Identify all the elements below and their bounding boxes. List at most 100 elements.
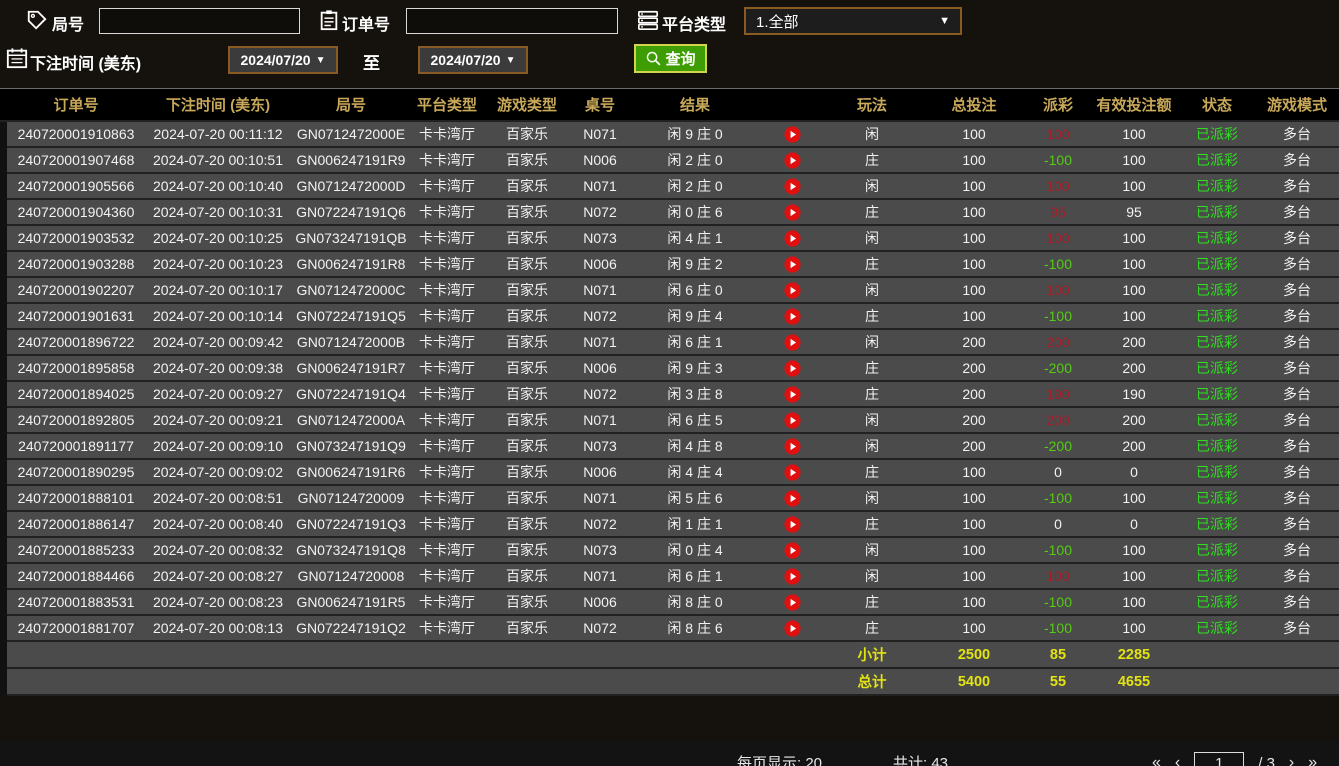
total-total-bet: 5400 — [921, 674, 1027, 690]
cell-result: 闲 6 庄 1 — [629, 332, 761, 352]
cell-total-bet: 100 — [921, 230, 1027, 246]
page-count: / 3 — [1258, 755, 1275, 766]
server-stack-icon — [637, 9, 659, 31]
query-button[interactable]: 查询 — [634, 44, 707, 73]
play-icon[interactable] — [761, 230, 823, 247]
play-icon[interactable] — [761, 594, 823, 611]
table-row: 2407200019035322024-07-20 00:10:25GN0732… — [7, 226, 1339, 252]
cell-game-type: 百家乐 — [483, 280, 571, 300]
cell-round: GN073247191Q9 — [291, 438, 411, 454]
cell-platform: 卡卡湾厅 — [411, 332, 483, 352]
cell-total-bet: 100 — [921, 568, 1027, 584]
cell-valid-bet: 200 — [1089, 360, 1179, 376]
cell-bet-time: 2024-07-20 00:10:31 — [145, 204, 291, 220]
cell-status: 已派彩 — [1179, 228, 1255, 248]
cell-round: GN006247191R5 — [291, 594, 411, 610]
cell-total-bet: 100 — [921, 256, 1027, 272]
play-icon[interactable] — [761, 438, 823, 455]
cell-payout: -100 — [1027, 490, 1089, 506]
order-number-input[interactable] — [406, 8, 618, 34]
cell-payout: 100 — [1027, 568, 1089, 584]
date-to-select[interactable]: 2024/07/20 ▼ — [418, 46, 528, 74]
cell-game-mode: 多台 — [1255, 280, 1339, 300]
chevron-down-icon: ▼ — [316, 55, 326, 66]
cell-payout: -100 — [1027, 620, 1089, 636]
cell-result: 闲 9 庄 3 — [629, 358, 761, 378]
cell-table-no: N006 — [571, 464, 629, 480]
cell-bet-time: 2024-07-20 00:09:27 — [145, 386, 291, 402]
table-row: 2407200018861472024-07-20 00:08:40GN0722… — [7, 512, 1339, 538]
play-icon[interactable] — [761, 256, 823, 273]
cell-platform: 卡卡湾厅 — [411, 410, 483, 430]
cell-status: 已派彩 — [1179, 254, 1255, 274]
play-icon[interactable] — [761, 516, 823, 533]
play-icon[interactable] — [761, 360, 823, 377]
cell-round: GN072247191Q4 — [291, 386, 411, 402]
cell-payout: 95 — [1027, 204, 1089, 220]
cell-status: 已派彩 — [1179, 306, 1255, 326]
cell-status: 已派彩 — [1179, 358, 1255, 378]
cell-result: 闲 3 庄 8 — [629, 384, 761, 404]
cell-status: 已派彩 — [1179, 202, 1255, 222]
next-page-icon[interactable]: › — [1289, 754, 1294, 766]
play-icon[interactable] — [761, 282, 823, 299]
cell-payout: 100 — [1027, 126, 1089, 142]
cell-game-mode: 多台 — [1255, 228, 1339, 248]
prev-page-icon[interactable]: ‹ — [1175, 754, 1180, 766]
cell-platform: 卡卡湾厅 — [411, 358, 483, 378]
play-icon[interactable] — [761, 126, 823, 143]
cell-round: GN073247191Q8 — [291, 542, 411, 558]
cell-bet-time: 2024-07-20 00:08:13 — [145, 620, 291, 636]
cell-total-bet: 200 — [921, 334, 1027, 350]
chevron-down-icon: ▼ — [939, 15, 950, 27]
play-icon[interactable] — [761, 308, 823, 325]
first-page-icon[interactable]: « — [1152, 754, 1161, 766]
cell-game-type: 百家乐 — [483, 592, 571, 612]
round-number-input[interactable] — [99, 8, 300, 34]
cell-platform: 卡卡湾厅 — [411, 488, 483, 508]
play-icon[interactable] — [761, 490, 823, 507]
cell-result: 闲 6 庄 0 — [629, 280, 761, 300]
cell-play-type: 庄 — [823, 618, 921, 638]
play-icon[interactable] — [761, 386, 823, 403]
table-row: 2407200019108632024-07-20 00:11:12GN0712… — [7, 122, 1339, 148]
cell-game-type: 百家乐 — [483, 254, 571, 274]
play-icon[interactable] — [761, 412, 823, 429]
current-page-input[interactable]: 1 — [1194, 752, 1244, 766]
last-page-icon[interactable]: » — [1308, 754, 1317, 766]
cell-play-type: 庄 — [823, 592, 921, 612]
cell-bet-time: 2024-07-20 00:10:17 — [145, 282, 291, 298]
cell-play-type: 庄 — [823, 150, 921, 170]
cell-result: 闲 8 庄 6 — [629, 618, 761, 638]
date-from-select[interactable]: 2024/07/20 ▼ — [228, 46, 338, 74]
cell-game-mode: 多台 — [1255, 488, 1339, 508]
play-icon[interactable] — [761, 464, 823, 481]
play-icon[interactable] — [761, 542, 823, 559]
cell-result: 闲 9 庄 4 — [629, 306, 761, 326]
cell-game-type: 百家乐 — [483, 436, 571, 456]
cell-game-mode: 多台 — [1255, 540, 1339, 560]
cell-play-type: 庄 — [823, 514, 921, 534]
order-number-label: 订单号 — [342, 11, 390, 35]
play-icon[interactable] — [761, 334, 823, 351]
cell-round: GN072247191Q2 — [291, 620, 411, 636]
table-row: 2407200019055662024-07-20 00:10:40GN0712… — [7, 174, 1339, 200]
cell-bet-time: 2024-07-20 00:09:42 — [145, 334, 291, 350]
cell-game-mode: 多台 — [1255, 514, 1339, 534]
cell-payout: 0 — [1027, 464, 1089, 480]
play-icon[interactable] — [761, 204, 823, 221]
play-icon[interactable] — [761, 620, 823, 637]
cell-game-type: 百家乐 — [483, 618, 571, 638]
platform-type-select[interactable]: 1.全部 ▼ — [744, 7, 962, 35]
cell-valid-bet: 100 — [1089, 490, 1179, 506]
play-icon[interactable] — [761, 178, 823, 195]
cell-valid-bet: 100 — [1089, 282, 1179, 298]
query-button-label: 查询 — [665, 48, 695, 69]
cell-status: 已派彩 — [1179, 436, 1255, 456]
play-icon[interactable] — [761, 568, 823, 585]
cell-table-no: N006 — [571, 594, 629, 610]
cell-game-type: 百家乐 — [483, 228, 571, 248]
play-icon[interactable] — [761, 152, 823, 169]
table-row: 2407200018902952024-07-20 00:09:02GN0062… — [7, 460, 1339, 486]
cell-order: 240720001905566 — [7, 178, 145, 194]
